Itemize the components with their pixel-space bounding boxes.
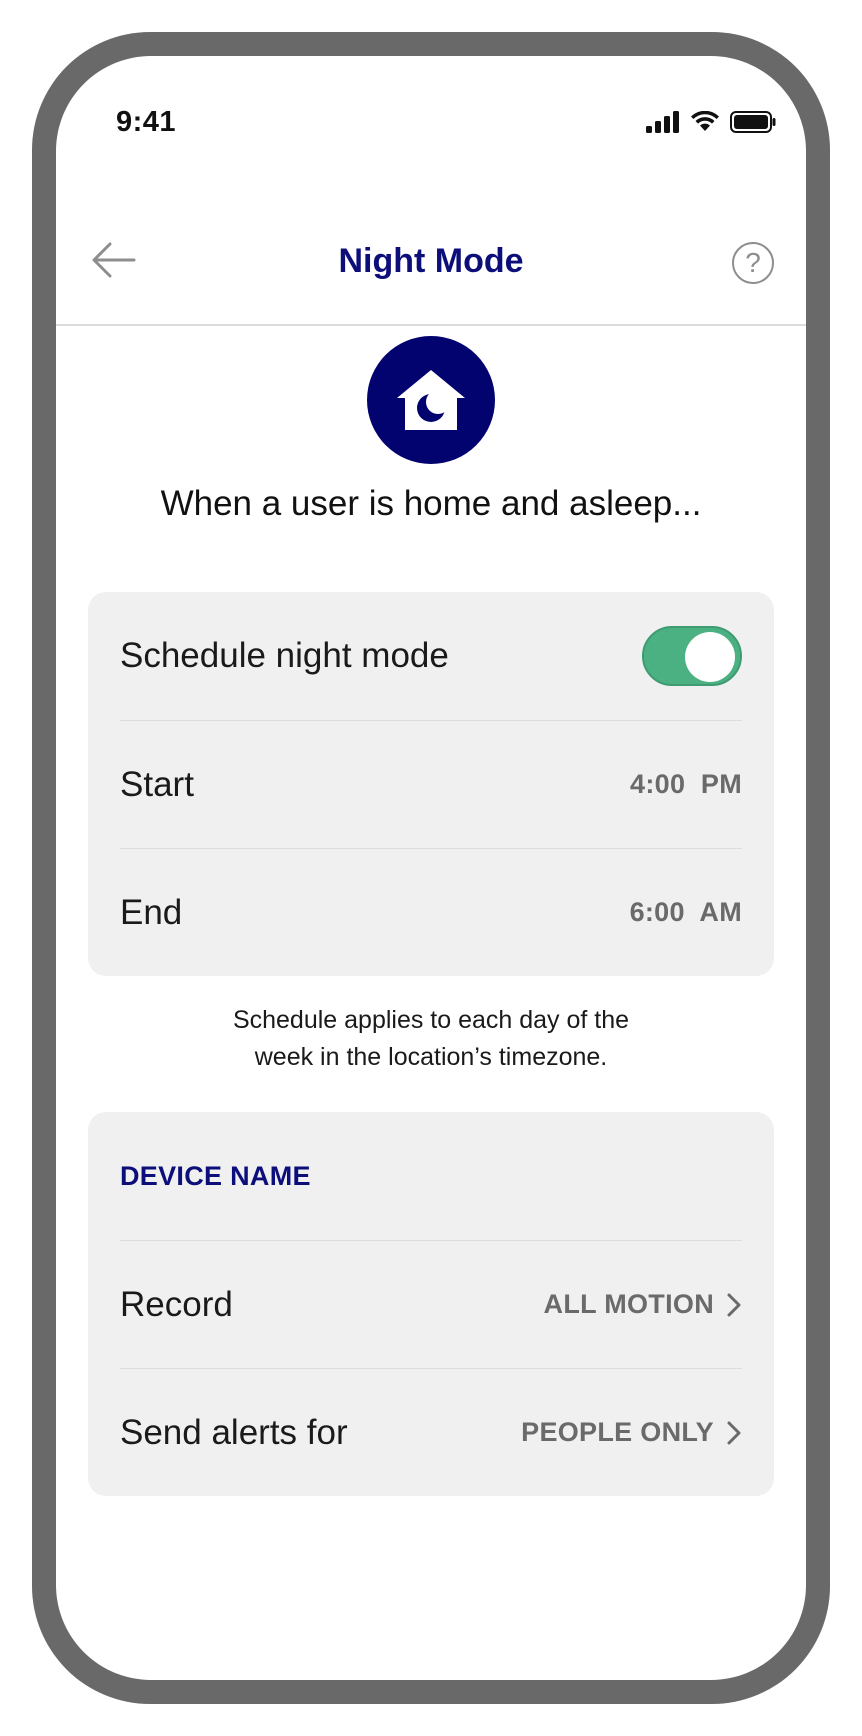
end-time-value[interactable]: 6:00 AM [630, 897, 742, 928]
chevron-right-icon [727, 1421, 741, 1444]
battery-icon [730, 111, 776, 133]
record-row[interactable]: Record ALL MOTION [120, 1240, 742, 1368]
question-mark-icon: ? [745, 247, 761, 278]
schedule-note: Schedule applies to each day of the week… [56, 1002, 806, 1076]
record-value: ALL MOTION [543, 1289, 714, 1319]
page-title: Night Mode [338, 242, 524, 280]
schedule-note-line-1: Schedule applies to each day of the [232, 1006, 630, 1034]
toggle-knob [685, 632, 735, 682]
schedule-card: Schedule night mode Start 4:00 PM End 6:… [88, 592, 774, 976]
alerts-value: PEOPLE ONLY [521, 1417, 714, 1447]
alerts-value-group[interactable]: PEOPLE ONLY [521, 1417, 742, 1448]
cellular-signal-icon [646, 111, 679, 133]
start-label: Start [120, 764, 194, 804]
wifi-icon [691, 111, 719, 131]
alerts-label: Send alerts for [120, 1412, 348, 1452]
end-time-row[interactable]: End 6:00 AM [120, 848, 742, 976]
schedule-note-line-2: week in the location’s timezone. [254, 1043, 608, 1071]
start-time-row[interactable]: Start 4:00 PM [120, 720, 742, 848]
status-icons [646, 110, 776, 134]
chevron-right-icon [727, 1293, 741, 1316]
navigation-header: Night Mode ? [56, 186, 806, 326]
house-moon-icon [397, 370, 465, 430]
app-screen: 9:41 Night Mode ? When a user is home an… [56, 56, 806, 1680]
schedule-toggle-label: Schedule night mode [120, 636, 449, 675]
record-value-group[interactable]: ALL MOTION [544, 1289, 742, 1320]
status-time: 9:41 [116, 106, 177, 138]
help-button[interactable]: ? [732, 242, 774, 284]
device-name-heading: DEVICE NAME [120, 1160, 311, 1191]
record-label: Record [120, 1284, 233, 1324]
phone-frame: 9:41 Night Mode ? When a user is home an… [32, 32, 830, 1704]
schedule-toggle[interactable] [642, 626, 742, 686]
device-card: DEVICE NAME Record ALL MOTION Send alert… [88, 1112, 774, 1496]
end-label: End [120, 892, 183, 932]
night-mode-badge [367, 336, 495, 464]
alerts-row[interactable]: Send alerts for PEOPLE ONLY [120, 1368, 742, 1496]
schedule-toggle-row: Schedule night mode [120, 592, 742, 720]
start-time-value[interactable]: 4:00 PM [630, 769, 742, 800]
device-section-header: DEVICE NAME [120, 1112, 742, 1240]
intro-text: When a user is home and asleep... [160, 484, 702, 523]
